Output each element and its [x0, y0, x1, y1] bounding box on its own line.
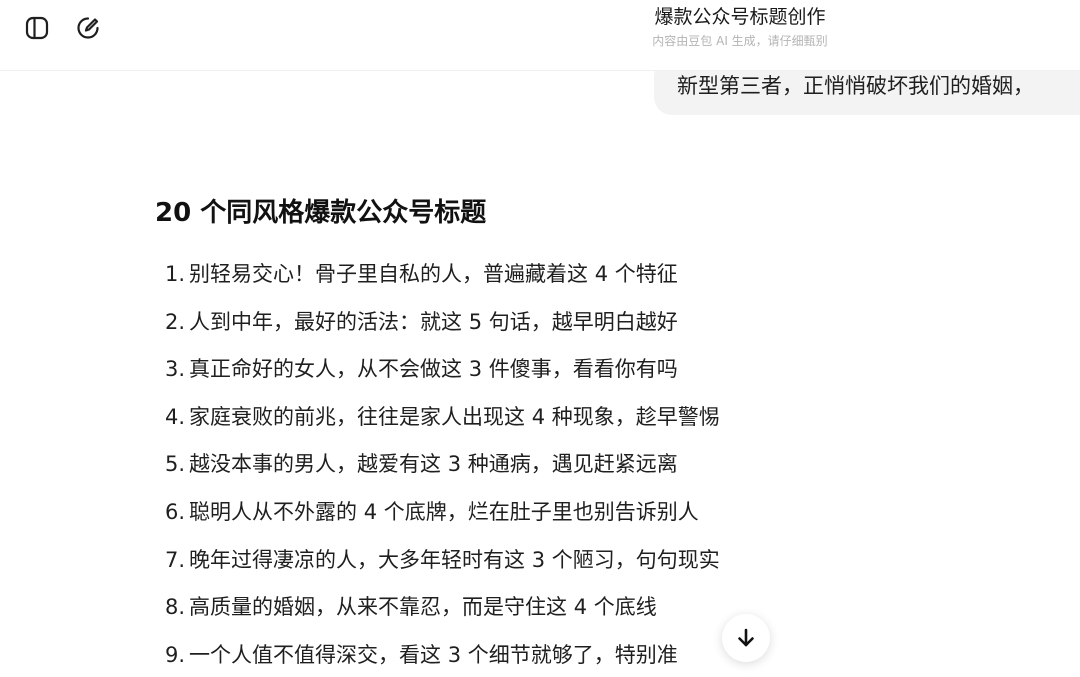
user-message-text: 新型第三者，正悄悄破坏我们的婚姻，	[677, 74, 1034, 98]
list-text: 人到中年，最好的活法：就这 5 句话，越早明白越好	[189, 309, 678, 334]
list-number: 8.	[165, 595, 186, 620]
list-item: 4. 家庭衰败的前兆，往往是家人出现这 4 种现象，趁早警惕	[165, 394, 855, 442]
list-item: 1. 别轻易交心！骨子里自私的人，普遍藏着这 4 个特征	[165, 251, 855, 299]
assistant-answer: 20 个同风格爆款公众号标题 1. 别轻易交心！骨子里自私的人，普遍藏着这 4 个…	[155, 195, 855, 677]
list-number: 5.	[165, 452, 186, 477]
list-number: 6.	[165, 499, 186, 524]
list-number: 1.	[165, 262, 186, 286]
scroll-to-bottom-button[interactable]	[722, 614, 770, 662]
chat-page: 爆款公众号标题创作 内容由豆包 AI 生成，请仔细甄别 新型第三者，正悄悄破坏我…	[0, 0, 1080, 677]
chat-title[interactable]: 爆款公众号标题创作	[560, 4, 920, 30]
list-item: 3. 真正命好的女人，从不会做这 3 件傻事，看看你有吗	[165, 346, 855, 394]
list-number: 9.	[165, 642, 186, 667]
arrow-down-icon	[738, 628, 754, 647]
list-text: 聪明人从不外露的 4 个底牌，烂在肚子里也别告诉别人	[189, 499, 699, 524]
list-item: 2. 人到中年，最好的活法：就这 5 句话，越早明白越好	[165, 299, 855, 347]
top-bar: 爆款公众号标题创作 内容由豆包 AI 生成，请仔细甄别	[0, 0, 1080, 71]
sidebar-toggle-button[interactable]	[22, 13, 52, 43]
answer-heading: 20 个同风格爆款公众号标题	[155, 198, 487, 228]
ai-disclaimer: 内容由豆包 AI 生成，请仔细甄别	[652, 34, 828, 48]
new-chat-button[interactable]	[73, 13, 103, 43]
title-list: 1. 别轻易交心！骨子里自私的人，普遍藏着这 4 个特征 2. 人到中年，最好的活法…	[155, 251, 855, 677]
list-item: 5. 越没本事的男人，越爱有这 3 种通病，遇见赶紧远离	[165, 441, 855, 489]
list-item: 7. 晚年过得凄凉的人，大多年轻时有这 3 个陋习，句句现实	[165, 537, 855, 585]
list-text: 别轻易交心！骨子里自私的人，普遍藏着这 4 个特征	[189, 262, 678, 286]
list-text: 晚年过得凄凉的人，大多年轻时有这 3 个陋习，句句现实	[189, 547, 720, 572]
list-number: 7.	[165, 547, 186, 572]
list-number: 3.	[165, 357, 186, 382]
list-number: 2.	[165, 309, 186, 334]
list-text: 家庭衰败的前兆，往往是家人出现这 4 种现象，趁早警惕	[189, 404, 720, 429]
list-text: 越没本事的男人，越爱有这 3 种通病，遇见赶紧远离	[189, 452, 678, 477]
list-text: 高质量的婚姻，从来不靠忍，而是守住这 4 个底线	[189, 595, 657, 620]
title-block: 爆款公众号标题创作 内容由豆包 AI 生成，请仔细甄别	[560, 4, 920, 50]
sidebar-toggle-icon	[25, 16, 49, 40]
list-number: 4.	[165, 404, 186, 429]
new-chat-icon	[77, 17, 99, 39]
list-item: 6. 聪明人从不外露的 4 个底牌，烂在肚子里也别告诉别人	[165, 489, 855, 537]
list-text: 一个人值不值得深交，看这 3 个细节就够了，特别准	[189, 642, 678, 667]
list-text: 真正命好的女人，从不会做这 3 件傻事，看看你有吗	[189, 357, 678, 382]
